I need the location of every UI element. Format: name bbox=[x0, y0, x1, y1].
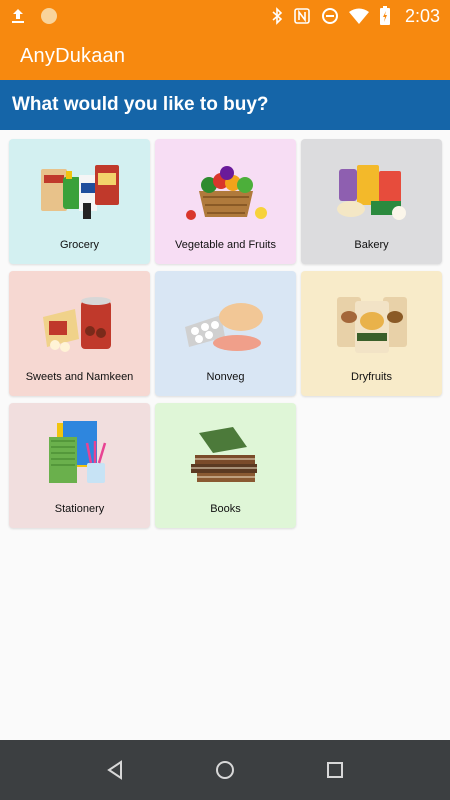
category-label: Sweets and Namkeen bbox=[25, 371, 134, 383]
category-grid: Grocery Vegetable and Fruits Bakery Swee… bbox=[9, 139, 442, 528]
home-button[interactable] bbox=[205, 750, 245, 790]
bakery-image bbox=[301, 155, 442, 227]
grocery-image bbox=[9, 155, 150, 227]
prompt-bar: What would you like to buy? bbox=[0, 80, 450, 130]
app-bar: AnyDukaan bbox=[0, 32, 450, 80]
sweets-namkeen-image bbox=[9, 287, 150, 359]
system-nav-bar bbox=[0, 740, 450, 800]
circle-app-icon bbox=[40, 7, 58, 25]
data-saver-icon bbox=[321, 7, 339, 25]
prompt-text: What would you like to buy? bbox=[12, 94, 269, 115]
category-label: Books bbox=[210, 503, 241, 515]
category-tile-nonveg[interactable]: Nonveg bbox=[155, 271, 296, 396]
category-tile-vegetable-and-fruits[interactable]: Vegetable and Fruits bbox=[155, 139, 296, 264]
wifi-icon bbox=[348, 8, 369, 24]
clock: 2:03 bbox=[404, 5, 440, 26]
dryfruits-image bbox=[301, 287, 442, 359]
category-label: Bakery bbox=[354, 239, 389, 251]
category-tile-stationery[interactable]: Stationery bbox=[9, 403, 150, 528]
books-image bbox=[155, 419, 296, 491]
category-label: Dryfruits bbox=[351, 371, 392, 383]
category-label: Stationery bbox=[54, 503, 105, 515]
home-icon bbox=[216, 761, 234, 779]
category-tile-grocery[interactable]: Grocery bbox=[9, 139, 150, 264]
bluetooth-icon bbox=[271, 7, 283, 25]
nfc-icon bbox=[293, 7, 311, 25]
category-tile-books[interactable]: Books bbox=[155, 403, 296, 528]
back-icon bbox=[107, 760, 122, 780]
recents-button[interactable] bbox=[315, 750, 355, 790]
app-title: AnyDukaan bbox=[20, 44, 126, 67]
nonveg-image bbox=[155, 287, 296, 359]
category-tile-sweets-and-namkeen[interactable]: Sweets and Namkeen bbox=[9, 271, 150, 396]
stationery-image bbox=[9, 419, 150, 491]
battery-icon bbox=[379, 6, 391, 26]
recents-icon bbox=[327, 762, 343, 778]
back-button[interactable] bbox=[95, 750, 135, 790]
status-bar: 2:03 bbox=[0, 0, 450, 32]
category-label: Grocery bbox=[59, 239, 100, 251]
category-label: Vegetable and Fruits bbox=[175, 239, 276, 251]
vegetables-fruits-image bbox=[155, 155, 296, 227]
category-tile-dryfruits[interactable]: Dryfruits bbox=[301, 271, 442, 396]
upload-icon bbox=[10, 7, 26, 25]
category-tile-bakery[interactable]: Bakery bbox=[301, 139, 442, 264]
category-label: Nonveg bbox=[206, 371, 245, 383]
